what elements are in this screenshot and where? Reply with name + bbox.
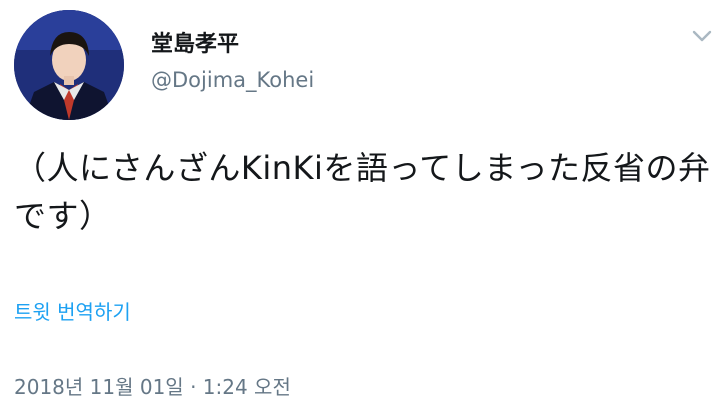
- profile-photo: [14, 10, 124, 120]
- chevron-down-icon[interactable]: [690, 26, 714, 46]
- tweet-text: （人にさんざんKinKiを語ってしまった反省の弁です）: [14, 149, 711, 235]
- display-name[interactable]: 堂島孝平: [151, 31, 239, 59]
- handle[interactable]: @Dojima_Kohei: [151, 66, 314, 94]
- translate-tweet-link[interactable]: 트윗 번역하기: [14, 298, 131, 326]
- avatar[interactable]: [14, 10, 124, 120]
- tweet-card: 堂島孝平 @Dojima_Kohei （人にさんざんKinKiを語ってしまった反…: [0, 0, 720, 417]
- timestamp[interactable]: 2018년 11월 01일 · 1:24 오전: [14, 373, 291, 401]
